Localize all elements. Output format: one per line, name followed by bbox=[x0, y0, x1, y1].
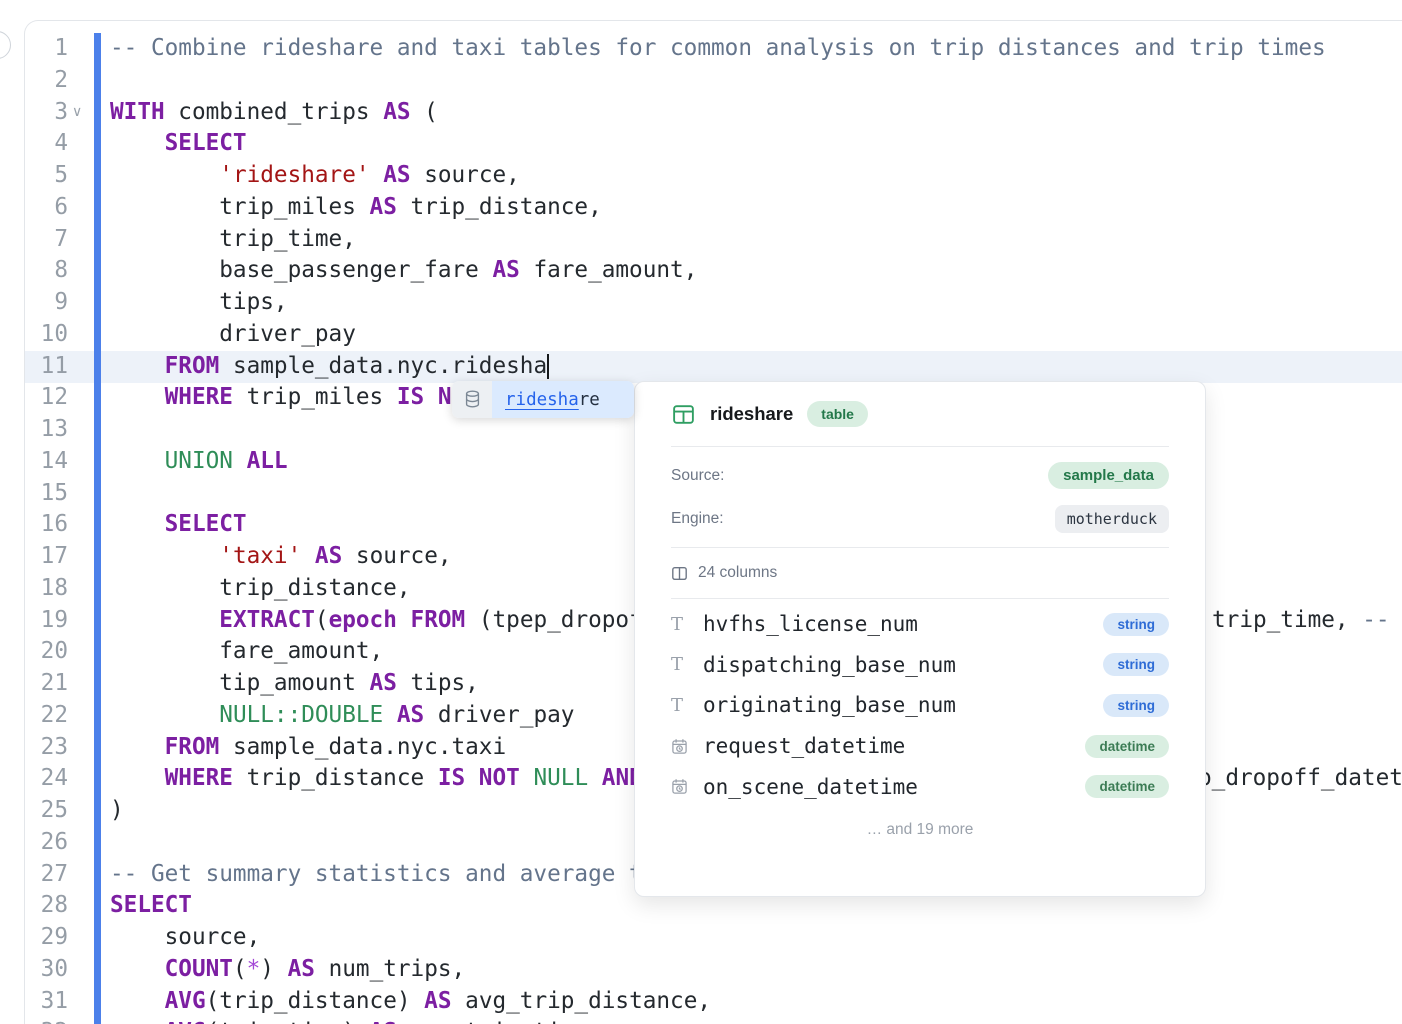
text-cursor bbox=[547, 354, 549, 379]
code-line-32[interactable]: 32 AVG(trip_time) AS avg_trip_time, bbox=[0, 1017, 1402, 1024]
line-number: 30 bbox=[0, 954, 68, 986]
line-number: 16 bbox=[0, 509, 68, 541]
autocomplete-match-text: ridesha bbox=[505, 390, 579, 410]
database-icon bbox=[452, 381, 492, 418]
code-line-1[interactable]: 1-- Combine rideshare and taxi tables fo… bbox=[0, 33, 1402, 65]
column-row: Toriginating_base_numstring bbox=[671, 685, 1169, 726]
column-row: on_scene_datetimedatetime bbox=[671, 766, 1169, 807]
line-number: 10 bbox=[0, 319, 68, 351]
card-title: rideshare bbox=[710, 403, 793, 425]
line-number: 24 bbox=[0, 763, 68, 795]
calendar-clock-icon bbox=[671, 778, 688, 795]
autocomplete-rest-text: re bbox=[579, 390, 600, 410]
code-line-31[interactable]: 31 AVG(trip_distance) AS avg_trip_distan… bbox=[0, 986, 1402, 1018]
table-info-card: rideshare table Source: sample_data Engi… bbox=[634, 381, 1206, 897]
line-number: 31 bbox=[0, 986, 68, 1018]
code-line-11[interactable]: 11 FROM sample_data.nyc.ridesha bbox=[0, 351, 1402, 383]
code-line-5[interactable]: 5 'rideshare' AS source, bbox=[0, 160, 1402, 192]
line-number: 21 bbox=[0, 668, 68, 700]
code-line-10[interactable]: 10 driver_pay bbox=[0, 319, 1402, 351]
source-value-pill: sample_data bbox=[1048, 462, 1169, 489]
engine-label: Engine: bbox=[671, 510, 724, 528]
calendar-clock-icon bbox=[671, 738, 688, 755]
column-row: request_datetimedatetime bbox=[671, 726, 1169, 767]
line-number: 2 bbox=[0, 65, 68, 97]
column-name: on_scene_datetime bbox=[703, 775, 1085, 799]
text-type-icon: T bbox=[671, 614, 683, 635]
column-row: Thvfhs_license_numstring bbox=[671, 604, 1169, 645]
line-number: 28 bbox=[0, 890, 68, 922]
sql-editor-screen: 1-- Combine rideshare and taxi tables fo… bbox=[0, 0, 1402, 1024]
line-number: 9 bbox=[0, 287, 68, 319]
engine-row: Engine: motherduck bbox=[671, 497, 1169, 540]
code-line-4[interactable]: 4 SELECT bbox=[0, 128, 1402, 160]
code-line-30[interactable]: 30 COUNT(*) AS num_trips, bbox=[0, 954, 1402, 986]
line-number: 26 bbox=[0, 827, 68, 859]
card-header: rideshare table bbox=[671, 382, 1169, 446]
line-number: 20 bbox=[0, 636, 68, 668]
line-number: 23 bbox=[0, 732, 68, 764]
column-type-badge: string bbox=[1103, 694, 1169, 717]
code-line-29[interactable]: 29 source, bbox=[0, 922, 1402, 954]
line-number: 8 bbox=[0, 255, 68, 287]
source-row: Source: sample_data bbox=[671, 454, 1169, 497]
column-name: dispatching_base_num bbox=[703, 653, 1103, 677]
columns-count-row: 24 columns bbox=[671, 548, 1169, 598]
line-number: 25 bbox=[0, 795, 68, 827]
code-line-7[interactable]: 7 trip_time, bbox=[0, 224, 1402, 256]
engine-value-pill: motherduck bbox=[1055, 505, 1169, 533]
line-number: 27 bbox=[0, 859, 68, 891]
code-line-3[interactable]: 3WITH combined_trips AS ( bbox=[0, 97, 1402, 129]
column-type-badge: datetime bbox=[1085, 775, 1169, 798]
line-number: 29 bbox=[0, 922, 68, 954]
changed-lines-bar bbox=[94, 33, 101, 1024]
line-number: 5 bbox=[0, 160, 68, 192]
line-number: 4 bbox=[0, 128, 68, 160]
line-number: 7 bbox=[0, 224, 68, 256]
fold-chevron-icon[interactable]: ∨ bbox=[72, 97, 82, 129]
code-line-2[interactable]: 2 bbox=[0, 65, 1402, 97]
column-type-badge: string bbox=[1103, 653, 1169, 676]
column-name: hvfhs_license_num bbox=[703, 612, 1103, 636]
table-icon bbox=[671, 402, 696, 427]
table-type-badge: table bbox=[807, 401, 868, 427]
code-line-6[interactable]: 6 trip_miles AS trip_distance, bbox=[0, 192, 1402, 224]
line-number: 13 bbox=[0, 414, 68, 446]
line-number: 17 bbox=[0, 541, 68, 573]
autocomplete-item-rideshare[interactable]: rideshare bbox=[492, 381, 634, 418]
line-number: 12 bbox=[0, 382, 68, 414]
column-type-badge: datetime bbox=[1085, 735, 1169, 758]
line-number: 22 bbox=[0, 700, 68, 732]
source-label: Source: bbox=[671, 467, 724, 485]
text-type-icon: T bbox=[671, 654, 683, 675]
column-name: originating_base_num bbox=[703, 693, 1103, 717]
line-number: 32 bbox=[0, 1017, 68, 1024]
line-number: 19 bbox=[0, 605, 68, 637]
code-line-9[interactable]: 9 tips, bbox=[0, 287, 1402, 319]
code-line-8[interactable]: 8 base_passenger_fare AS fare_amount, bbox=[0, 255, 1402, 287]
line-number: 14 bbox=[0, 446, 68, 478]
column-row: Tdispatching_base_numstring bbox=[671, 645, 1169, 686]
more-columns-label: … and 19 more bbox=[671, 821, 1169, 839]
line-number: 18 bbox=[0, 573, 68, 605]
line-number: 6 bbox=[0, 192, 68, 224]
columns-icon bbox=[671, 565, 688, 582]
column-name: request_datetime bbox=[703, 734, 1085, 758]
column-type-badge: string bbox=[1103, 613, 1169, 636]
line-number: 3 bbox=[0, 97, 68, 129]
columns-count-label: 24 columns bbox=[698, 564, 777, 582]
line-number: 11 bbox=[0, 351, 68, 383]
line-number: 15 bbox=[0, 478, 68, 510]
text-type-icon: T bbox=[671, 695, 683, 716]
autocomplete-popup: rideshare bbox=[452, 381, 634, 418]
